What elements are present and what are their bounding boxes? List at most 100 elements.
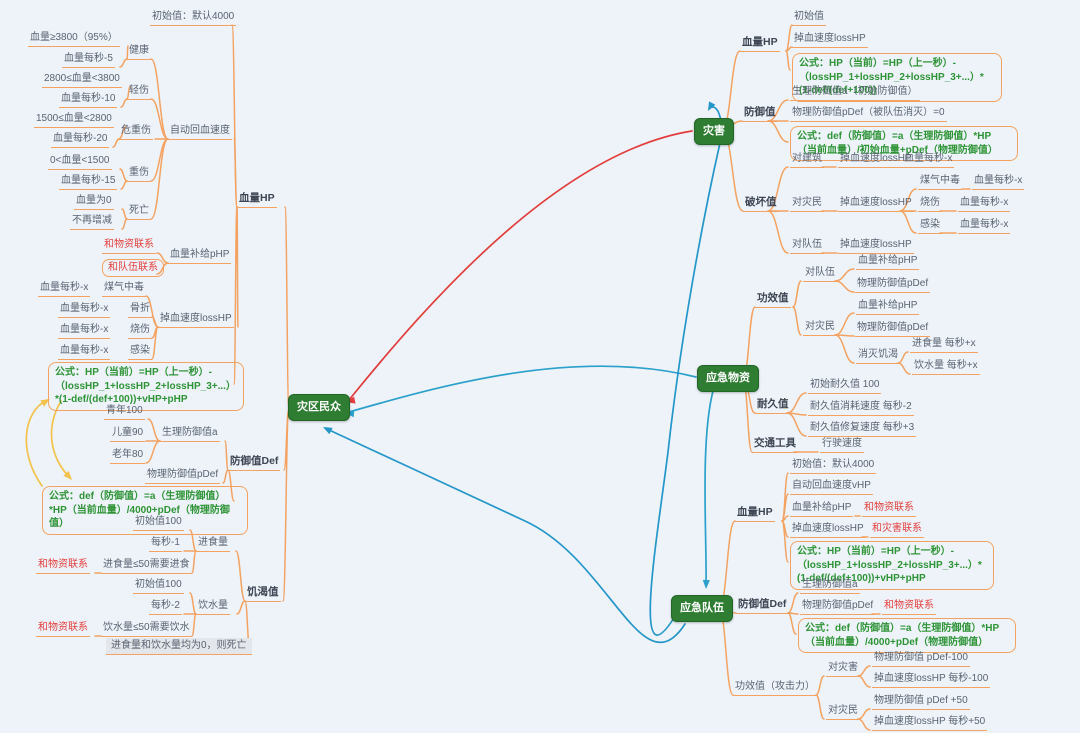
map-label[interactable]: 物理防御值 pDef +50 bbox=[872, 694, 970, 710]
map-label[interactable]: 血量每秒-x bbox=[58, 302, 110, 318]
map-label[interactable]: 血量HP bbox=[237, 192, 277, 208]
map-label[interactable]: 和队伍联系 bbox=[102, 259, 164, 277]
map-label[interactable]: 血量补给pHP bbox=[856, 254, 919, 270]
map-label[interactable]: 儿童90 bbox=[110, 426, 145, 442]
map-label[interactable]: 掉血速度lossHP bbox=[838, 196, 914, 212]
map-label[interactable]: 和物资联系 bbox=[862, 501, 916, 517]
map-label[interactable]: 初始值：默认4000 bbox=[790, 458, 876, 474]
map-label[interactable]: 血量每秒-x bbox=[902, 152, 954, 168]
map-label[interactable]: 初始值100 bbox=[133, 578, 184, 594]
map-label[interactable]: 掉血速度lossHP bbox=[158, 312, 234, 328]
map-label[interactable]: 初始值：默认4000 bbox=[150, 10, 236, 26]
map-label[interactable]: 物理防御值pDef bbox=[855, 321, 930, 337]
map-label[interactable]: 血量每秒-x bbox=[958, 218, 1010, 234]
map-label[interactable]: 每秒-1 bbox=[149, 536, 182, 552]
map-label[interactable]: 血量每秒-20 bbox=[51, 132, 109, 148]
map-label[interactable]: 血量每秒-5 bbox=[62, 52, 115, 68]
map-label[interactable]: 掉血速度lossHP 每秒+50 bbox=[872, 715, 987, 731]
map-label[interactable]: 血量每秒-x bbox=[958, 196, 1010, 212]
map-label[interactable]: 进食量 每秒+x bbox=[910, 337, 978, 353]
map-label[interactable]: 消灭饥渴 bbox=[856, 348, 900, 364]
map-label[interactable]: 对灾民 bbox=[826, 704, 860, 720]
map-label[interactable]: 对队伍 bbox=[803, 266, 837, 282]
map-label[interactable]: 煤气中毒 bbox=[102, 281, 146, 297]
map-label[interactable]: 交通工具 bbox=[752, 437, 798, 453]
node-supplies[interactable]: 应急物资 bbox=[697, 365, 759, 392]
map-label[interactable]: 进食量 bbox=[196, 536, 230, 552]
map-label[interactable]: 血量每秒-x bbox=[58, 344, 110, 360]
map-label[interactable]: 防御值Def bbox=[736, 598, 788, 614]
map-label[interactable]: 血量每秒-x bbox=[58, 323, 110, 339]
map-label[interactable]: 血量每秒-15 bbox=[59, 174, 117, 190]
map-label[interactable]: 对建筑 bbox=[790, 152, 824, 168]
map-label[interactable]: 对灾害 bbox=[826, 661, 860, 677]
map-label[interactable]: 2800≤血量<3800 bbox=[42, 72, 122, 88]
map-label[interactable]: 对队伍 bbox=[790, 238, 824, 254]
map-label[interactable]: 耐久值 bbox=[755, 398, 791, 414]
formula-box[interactable]: 公式：def（防御值）=a（生理防御值）*HP（当前血量）/4000+pDef（… bbox=[798, 618, 1016, 653]
map-label[interactable]: 耐久值消耗速度 每秒-2 bbox=[808, 400, 914, 416]
node-team[interactable]: 应急队伍 bbox=[671, 595, 733, 622]
node-hazard[interactable]: 灾害 bbox=[694, 118, 734, 145]
map-label[interactable]: 危重伤 bbox=[119, 124, 153, 140]
map-label[interactable]: 饮水量 每秒+x bbox=[912, 359, 980, 375]
map-label[interactable]: 血量≥3800（95%） bbox=[28, 31, 120, 47]
map-label[interactable]: 血量每秒-10 bbox=[59, 92, 117, 108]
map-label[interactable]: 破坏值 bbox=[743, 196, 779, 212]
map-label[interactable]: 血量每秒-x bbox=[38, 281, 90, 297]
map-label[interactable]: 骨折 bbox=[128, 302, 152, 318]
map-label[interactable]: 初始耐久值 100 bbox=[808, 378, 881, 394]
map-label[interactable]: 自动回血速度 bbox=[168, 124, 232, 140]
map-label[interactable]: 不再增减 bbox=[70, 214, 114, 230]
map-label[interactable]: 烧伤 bbox=[128, 323, 152, 339]
map-label[interactable]: 血量每秒-x bbox=[972, 174, 1024, 190]
map-label[interactable]: 血量HP bbox=[740, 36, 780, 52]
map-label[interactable]: 初始值 bbox=[792, 10, 826, 26]
note-box[interactable]: 进食量和饮水量均为0，则死亡 bbox=[106, 638, 252, 655]
map-label[interactable]: 血量补给pHP bbox=[168, 248, 231, 264]
map-label[interactable]: 感染 bbox=[128, 344, 152, 360]
map-label[interactable]: 防御值Def bbox=[228, 455, 280, 471]
map-label[interactable]: 物理防御值pDef bbox=[145, 468, 220, 484]
map-label[interactable]: 重伤 bbox=[127, 166, 151, 182]
map-label[interactable]: 对灾民 bbox=[803, 320, 837, 336]
map-label[interactable]: 对灾民 bbox=[790, 196, 824, 212]
map-label[interactable]: 物理防御值pDef bbox=[800, 599, 875, 615]
map-label[interactable]: 功效值 bbox=[755, 292, 791, 308]
map-label[interactable]: 煤气中毒 bbox=[918, 174, 962, 190]
map-label[interactable]: 轻伤 bbox=[127, 84, 151, 100]
map-label[interactable]: 初始值100 bbox=[133, 515, 184, 531]
map-label[interactable]: 死亡 bbox=[127, 204, 151, 220]
map-label[interactable]: 进食量≤50需要进食 bbox=[101, 558, 192, 574]
map-label[interactable]: 掉血速度lossHP 每秒-100 bbox=[872, 672, 990, 688]
map-label[interactable]: 血量为0 bbox=[74, 194, 114, 210]
map-label[interactable]: 血量HP bbox=[735, 506, 775, 522]
map-label[interactable]: 自动回血速度vHP bbox=[790, 479, 873, 495]
node-victims[interactable]: 灾区民众 bbox=[288, 394, 350, 421]
map-label[interactable]: 和物资联系 bbox=[36, 621, 90, 637]
map-label[interactable]: 每秒-2 bbox=[149, 599, 182, 615]
map-label[interactable]: 血量补给pHP bbox=[790, 501, 853, 517]
map-label[interactable]: 烧伤 bbox=[918, 196, 942, 212]
map-label[interactable]: 和物资联系 bbox=[882, 599, 936, 615]
map-label[interactable]: 青年100 bbox=[104, 404, 145, 420]
map-label[interactable]: 0<血量<1500 bbox=[48, 154, 112, 170]
formula-box[interactable]: 公式：HP（当前）=HP（上一秒）-（lossHP_1+lossHP_2+los… bbox=[48, 362, 244, 411]
map-label[interactable]: 饮水量 bbox=[196, 599, 230, 615]
map-label[interactable]: 行驶速度 bbox=[820, 437, 864, 453]
map-label[interactable]: 饮水量≤50需要饮水 bbox=[101, 621, 192, 637]
map-label[interactable]: 防御值 bbox=[742, 106, 778, 122]
map-label[interactable]: 生理防御值a（初始防御值） bbox=[790, 85, 920, 101]
map-label[interactable]: 功效值（攻击力） bbox=[733, 680, 817, 696]
map-label[interactable]: 老年80 bbox=[110, 448, 145, 464]
map-label[interactable]: 健康 bbox=[127, 44, 151, 60]
map-label[interactable]: 饥渴值 bbox=[245, 586, 281, 602]
map-label[interactable]: 生理防御值a bbox=[160, 426, 220, 442]
map-label[interactable]: 生理防御值a bbox=[800, 578, 860, 594]
map-label[interactable]: 感染 bbox=[918, 218, 942, 234]
map-label[interactable]: 和灾害联系 bbox=[870, 522, 924, 538]
map-label[interactable]: 血量补给pHP bbox=[856, 299, 919, 315]
map-label[interactable]: 掉血速度lossHP bbox=[838, 238, 914, 254]
map-label[interactable]: 耐久值修复速度 每秒+3 bbox=[808, 421, 916, 437]
map-label[interactable]: 和物资联系 bbox=[36, 558, 90, 574]
